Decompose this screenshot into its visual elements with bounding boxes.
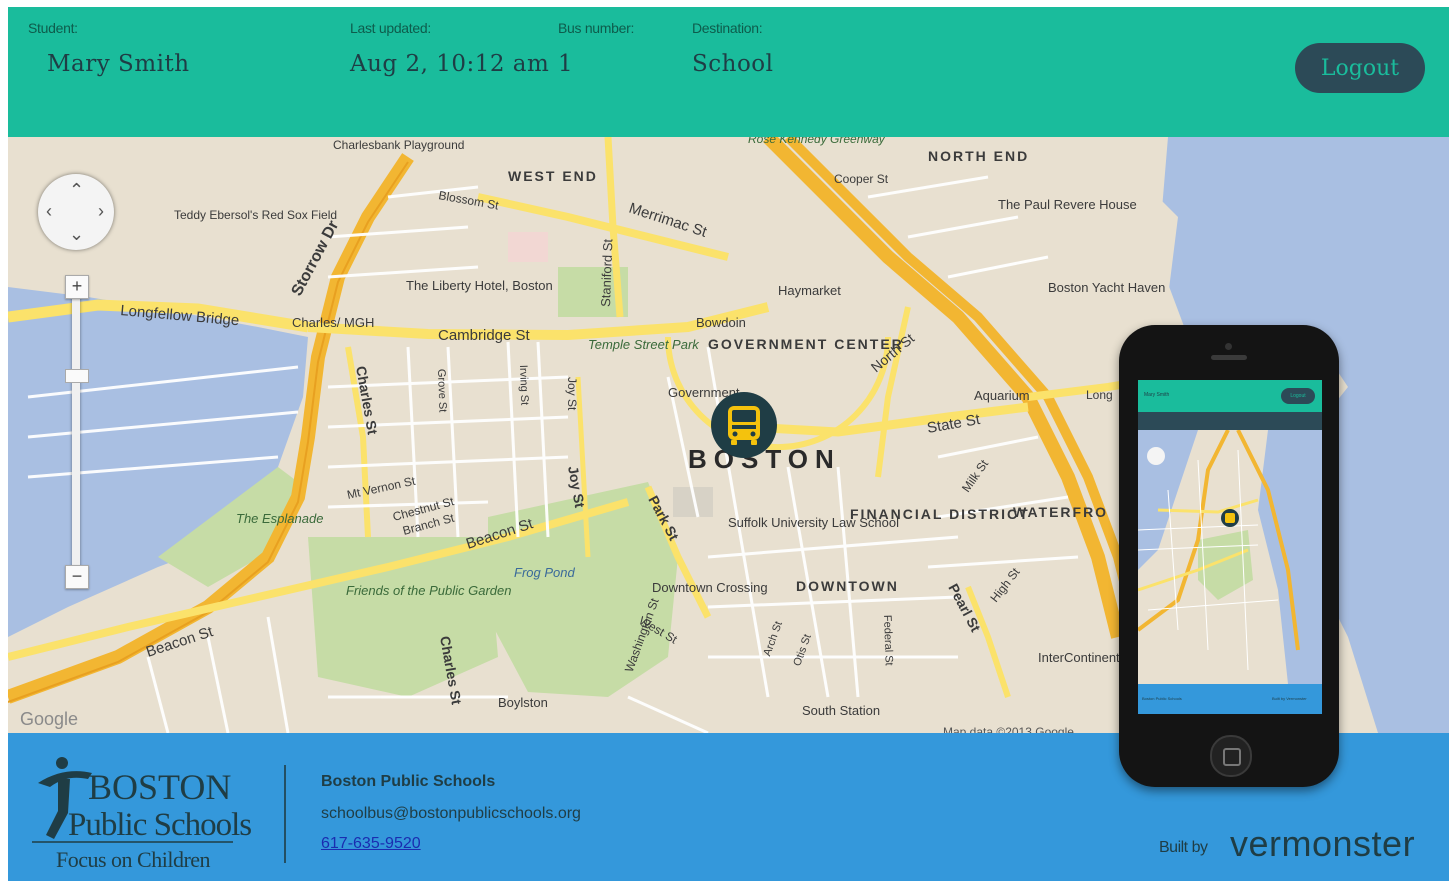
map-label-liberty-hotel: The Liberty Hotel, Boston	[406, 278, 553, 293]
map-label-suffolk-law: Suffolk University Law School	[728, 515, 899, 530]
phone-student-name: Mary Smith	[1144, 392, 1170, 398]
top-white-strip	[0, 0, 1449, 7]
pan-up-icon[interactable]: ⌃	[69, 180, 84, 201]
pan-control[interactable]: ⌃ ⌄ ‹ ›	[38, 174, 114, 250]
map-label-friends-public-garden: Friends of the Public Garden	[346, 583, 511, 598]
destination-label: Destination:	[692, 20, 763, 36]
map-label-esplanade: The Esplanade	[236, 511, 323, 526]
google-watermark: Google	[20, 709, 79, 729]
left-white-strip	[0, 0, 8, 881]
student-label: Student:	[28, 20, 78, 36]
phone-footer-built-by: Built by Vermonster	[1272, 696, 1307, 701]
map-label-north-end: NORTH END	[928, 148, 1029, 164]
bus-number-label: Bus number:	[558, 20, 635, 36]
charles-river-water	[8, 287, 308, 637]
zoom-slider-handle[interactable]	[65, 369, 89, 383]
home-button-icon	[1223, 748, 1241, 766]
logo-public-schools-text: Public Schools	[68, 807, 251, 843]
status-header: Student: Mary Smith Last updated: Aug 2,…	[8, 7, 1449, 137]
map-label-paul-revere-house: The Paul Revere House	[998, 197, 1137, 212]
phone-logout-button: Logout	[1281, 388, 1315, 404]
footer-phone-link[interactable]: 617-635-9520	[321, 835, 421, 853]
last-updated-value: Aug 2, 10:12 am	[350, 51, 550, 77]
map-label-irving-st: Irving St	[517, 365, 530, 406]
map-label-cambridge-st: Cambridge St	[438, 327, 531, 344]
map-label-south-station: South Station	[802, 703, 880, 718]
map-label-charles-mgh: Charles/ MGH	[292, 315, 374, 330]
map-label-federal-st: Federal St	[881, 615, 895, 666]
map-label-west-end: WEST END	[508, 168, 598, 184]
map-label-temple-street-park: Temple Street Park	[588, 337, 700, 352]
phone-camera	[1225, 343, 1232, 350]
map-label-haymarket: Haymarket	[778, 283, 841, 298]
built-by-label: Built by	[1159, 839, 1208, 856]
zoom-out-icon[interactable]: −	[65, 565, 89, 589]
bus-number-value: 1	[558, 51, 574, 77]
phone-home-button	[1210, 735, 1252, 777]
student-value: Mary Smith	[47, 51, 190, 77]
map-label-otis-st: Otis St	[791, 633, 814, 668]
map-label-staniford-st: Staniford St	[598, 238, 615, 307]
pan-down-icon[interactable]: ⌄	[69, 224, 84, 245]
map-label-greenway: Rose Kennedy Greenway	[748, 137, 886, 146]
phone-speaker	[1211, 355, 1247, 360]
logo-tagline-text: Focus on Children	[56, 847, 211, 871]
map-label-long: Long	[1086, 388, 1113, 402]
phone-screen: Mary Smith Logout Boston Public Schools …	[1138, 380, 1322, 714]
map-label-boylston: Boylston	[498, 695, 548, 710]
bus-icon	[728, 406, 760, 445]
logout-button[interactable]: Logout	[1295, 43, 1425, 93]
footer-divider	[284, 765, 286, 863]
destination-value: School	[692, 51, 774, 77]
footer-email: schoolbus@bostonpublicschools.org	[321, 805, 581, 822]
map-label-aquarium: Aquarium	[974, 388, 1030, 403]
smartphone-mockup: Mary Smith Logout Boston Public Schools …	[1119, 325, 1339, 787]
logo-boston-text: BOSTON	[88, 767, 231, 807]
map-label-frog-pond: Frog Pond	[514, 565, 575, 580]
pan-right-icon[interactable]: ›	[98, 201, 104, 222]
map-label-grove-st: Grove St	[435, 369, 449, 413]
map-label-government-center: GOVERNMENT CENTER	[708, 336, 904, 352]
map-label-joy-st-2: Joy St	[565, 377, 579, 411]
map-data-credit: Map data ©2013 Google	[943, 725, 1074, 733]
pan-left-icon[interactable]: ‹	[46, 201, 52, 222]
map-label-teddy-ebersol: Teddy Ebersol's Red Sox Field	[174, 208, 337, 222]
phone-map	[1138, 430, 1322, 684]
map-label-waterfront: WATERFRO	[1013, 504, 1108, 520]
map-label-charlesbank: Charlesbank Playground	[333, 138, 464, 152]
footer-org-name: Boston Public Schools	[321, 773, 496, 790]
app-frame: Student: Mary Smith Last updated: Aug 2,…	[0, 0, 1449, 881]
map-label-high-st: High St	[987, 565, 1023, 605]
map-label-blossom-st: Blossom St	[437, 188, 500, 212]
phone-header: Mary Smith Logout	[1138, 380, 1322, 412]
zoom-in-icon[interactable]: +	[65, 275, 89, 299]
map-label-downtown: DOWNTOWN	[796, 578, 899, 594]
map-label-mt-vernon-st: Mt Vernon St	[346, 474, 417, 502]
map-label-bowdoin: Bowdoin	[696, 315, 746, 330]
zoom-slider-track[interactable]	[72, 279, 80, 587]
phone-footer-org: Boston Public Schools	[1142, 696, 1182, 701]
last-updated-label: Last updated:	[350, 20, 431, 36]
map-label-downtown-crossing: Downtown Crossing	[652, 580, 768, 595]
vermonster-logo[interactable]: vermonster	[1230, 823, 1415, 865]
phone-footer: Boston Public Schools Built by Vermonste…	[1138, 684, 1322, 714]
phone-info-bar	[1138, 412, 1322, 430]
boston-public-schools-logo: BOSTON Public Schools Focus on Children	[32, 757, 252, 871]
bus-location-marker[interactable]	[711, 392, 777, 458]
map-label-arch-st: Arch St	[761, 620, 785, 658]
map-label-boston-yacht-haven: Boston Yacht Haven	[1048, 280, 1165, 295]
map-label-cooper-st: Cooper St	[834, 172, 889, 186]
map-label-milk-st: Milk St	[959, 457, 991, 495]
